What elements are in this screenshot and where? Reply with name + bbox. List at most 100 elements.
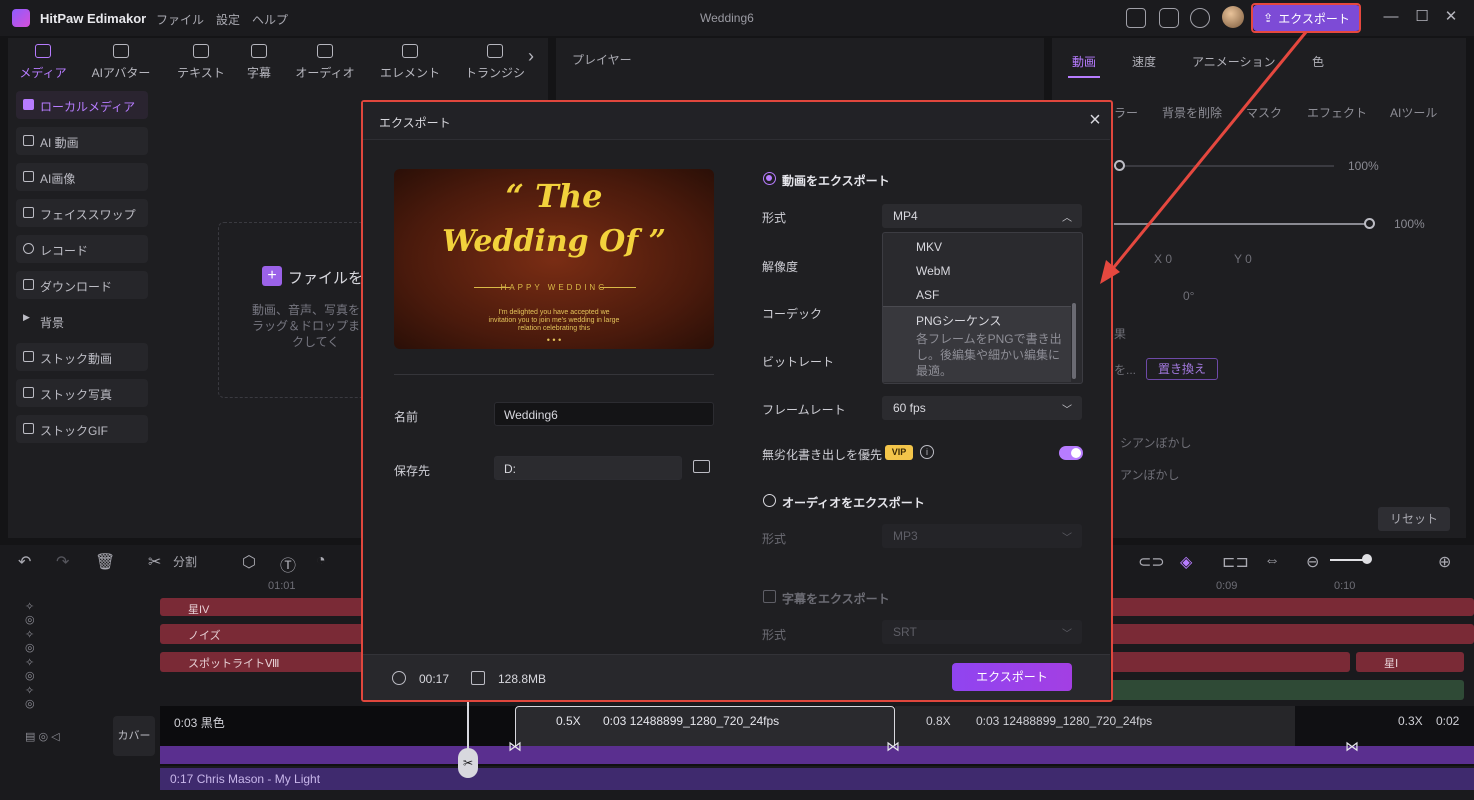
redo-icon[interactable]: ↷: [56, 552, 69, 572]
tab-color[interactable]: 色: [1312, 53, 1324, 70]
transition-icon[interactable]: ⋈: [1345, 738, 1359, 755]
sidebar-item-download[interactable]: ダウンロード: [16, 271, 148, 299]
sidebar-item-face-swap[interactable]: フェイススワップ: [16, 199, 148, 227]
speed-icon[interactable]: ◔: [316, 552, 326, 570]
layout-icon[interactable]: [1126, 8, 1146, 28]
blur-option-1[interactable]: シアンぼかし: [1120, 434, 1192, 451]
scale-value[interactable]: 100%: [1394, 217, 1425, 231]
video-export-label[interactable]: 動画をエクスポート: [782, 172, 890, 189]
marker-icon[interactable]: ⬡: [242, 552, 256, 572]
tab-audio[interactable]: オーディオ: [290, 44, 360, 81]
replace-button[interactable]: 置き換え: [1146, 358, 1218, 380]
effect-track-4[interactable]: 星Ⅰ: [1356, 652, 1464, 672]
reset-button[interactable]: リセット: [1378, 507, 1450, 531]
subtitle-export-checkbox[interactable]: [763, 590, 776, 603]
sidebar-item-ai-video[interactable]: AI 動画: [16, 127, 148, 155]
scissors-icon[interactable]: ✂: [148, 552, 161, 572]
format-option-asf[interactable]: ASF: [883, 283, 1071, 307]
folder-icon[interactable]: [693, 460, 710, 473]
delete-icon[interactable]: 🗑: [95, 552, 115, 572]
magnet-icon[interactable]: ◈: [1180, 552, 1192, 572]
duration-value: 00:17: [419, 672, 450, 686]
subtab-remove-bg[interactable]: 背景を削除: [1162, 104, 1222, 121]
position-x[interactable]: X 0: [1154, 252, 1172, 266]
dropdown-scrollbar[interactable]: [1072, 303, 1076, 379]
subtab-effect[interactable]: エフェクト: [1307, 104, 1367, 121]
maximize-icon[interactable]: ☐: [1413, 8, 1431, 26]
sidebar-item-record[interactable]: レコード: [16, 235, 148, 263]
format-option-webm[interactable]: WebM: [883, 259, 1071, 283]
fit-icon[interactable]: ⇔: [1264, 552, 1280, 570]
add-file-icon[interactable]: +: [262, 266, 282, 286]
zoom-slider-handle[interactable]: [1362, 554, 1372, 564]
framerate-select[interactable]: 60 fps ﹀: [882, 396, 1082, 420]
feedback-icon[interactable]: [1159, 8, 1179, 28]
unlink-icon[interactable]: ⊏⊐: [1222, 552, 1249, 572]
audio-track[interactable]: 0:17 Chris Mason - My Light: [160, 768, 1474, 790]
subtab-ai-tools[interactable]: AIツール: [1390, 104, 1437, 121]
sidebar-item-ai-image[interactable]: AI画像: [16, 163, 148, 191]
playhead-scissors-icon[interactable]: ✂: [458, 748, 478, 778]
menu-settings[interactable]: 設定: [216, 11, 240, 28]
rotation-value[interactable]: 0°: [1183, 289, 1194, 303]
opacity-slider-handle[interactable]: [1114, 160, 1125, 171]
sidebar-item-stock-photo[interactable]: ストック写真: [16, 379, 148, 407]
audio-format-select[interactable]: MP3 ﹀: [882, 524, 1082, 548]
subtitle-export-label[interactable]: 字幕をエクスポート: [782, 590, 890, 607]
format-option-mkv[interactable]: MKV: [883, 235, 1071, 259]
close-icon[interactable]: ×: [1085, 110, 1105, 130]
undo-icon[interactable]: ↶: [18, 552, 31, 572]
lossless-toggle[interactable]: [1059, 446, 1083, 460]
audio-export-radio[interactable]: [763, 494, 776, 507]
tab-animation[interactable]: アニメーション: [1192, 53, 1276, 70]
avatar[interactable]: [1222, 6, 1244, 28]
text-add-icon[interactable]: Ⓣ: [280, 552, 296, 576]
sidebar-item-stock-video[interactable]: ストック動画: [16, 343, 148, 371]
link-icon[interactable]: ⊂⊃: [1138, 552, 1165, 572]
video-export-radio[interactable]: [763, 172, 776, 185]
app-name: HitPaw Edimakor: [40, 11, 147, 26]
top-export-button[interactable]: ⇪ エクスポート: [1253, 5, 1360, 31]
tab-transitions[interactable]: トランジシ: [460, 44, 530, 81]
save-location-field[interactable]: D:: [494, 456, 682, 480]
subtab-color[interactable]: ラー: [1114, 104, 1138, 121]
minimize-icon[interactable]: —: [1382, 8, 1400, 26]
sidebar-item-background[interactable]: ▶ 背景: [16, 307, 148, 335]
subtab-mask[interactable]: マスク: [1246, 104, 1282, 121]
sidebar-item-stock-gif[interactable]: ストックGIF: [16, 415, 148, 443]
tab-video[interactable]: 動画: [1072, 53, 1096, 70]
scale-slider-handle[interactable]: [1364, 218, 1375, 229]
subtitle-format-select[interactable]: SRT ﹀: [882, 620, 1082, 644]
transition-icon: [487, 44, 503, 58]
clip-b-speed: 0.8X: [926, 714, 951, 728]
name-field[interactable]: Wedding6: [494, 402, 714, 426]
zoom-in-icon[interactable]: ⊕: [1438, 552, 1451, 572]
blur-option-2[interactable]: アンぼかし: [1120, 466, 1180, 483]
opacity-value[interactable]: 100%: [1348, 159, 1379, 173]
sidebar-item-local-media[interactable]: ローカルメディア: [16, 91, 148, 119]
info-icon[interactable]: i: [920, 445, 934, 459]
tab-elements[interactable]: エレメント: [375, 44, 445, 81]
menu-help[interactable]: ヘルプ: [252, 11, 288, 28]
position-y[interactable]: Y 0: [1234, 252, 1252, 266]
audio-export-label[interactable]: オーディオをエクスポート: [782, 494, 925, 511]
tab-subtitles[interactable]: 字幕: [224, 44, 294, 81]
transition-icon[interactable]: ⋈: [508, 738, 522, 755]
zoom-out-icon[interactable]: ⊖: [1306, 552, 1319, 572]
video-waveform-strip: [160, 746, 1474, 764]
close-window-icon[interactable]: ✕: [1442, 8, 1460, 26]
tab-ai-avatar[interactable]: AIアバター: [86, 44, 156, 81]
export-button[interactable]: エクスポート: [952, 663, 1072, 691]
tab-media[interactable]: メディア: [8, 44, 78, 81]
menu-file[interactable]: ファイル: [156, 11, 204, 28]
chevron-right-icon[interactable]: ›: [528, 46, 534, 67]
transition-icon[interactable]: ⋈: [886, 738, 900, 755]
split-label[interactable]: 分割: [173, 553, 197, 570]
download-icon[interactable]: [1190, 8, 1210, 28]
scale-slider[interactable]: [1114, 223, 1370, 225]
cover-button[interactable]: カバー: [113, 716, 155, 756]
opacity-slider[interactable]: [1114, 165, 1334, 167]
filter-track[interactable]: [1100, 680, 1464, 700]
format-select[interactable]: MP4 ︿: [882, 204, 1082, 228]
tab-speed[interactable]: 速度: [1132, 53, 1156, 70]
